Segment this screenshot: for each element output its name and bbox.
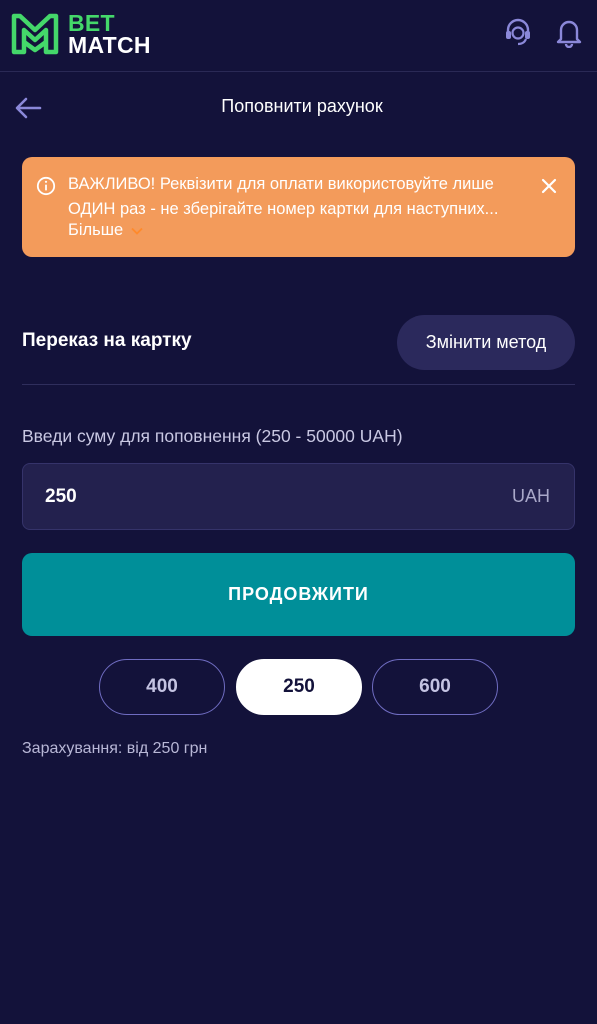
warning-text: ВАЖЛИВО! Реквізити для оплати використов…: [68, 175, 499, 218]
warning-close-button[interactable]: [538, 175, 560, 197]
warning-more-link[interactable]: Більше: [68, 221, 143, 240]
continue-button[interactable]: ПРОДОВЖИТИ: [22, 553, 575, 636]
bell-icon[interactable]: [552, 15, 586, 49]
brand-wordmark: BET MATCH: [68, 10, 151, 58]
chevron-down-icon: [131, 227, 143, 235]
brand-line2: MATCH: [68, 32, 151, 58]
info-circle-icon: [36, 176, 56, 196]
warning-banner: ВАЖЛИВО! Реквізити для оплати використов…: [22, 157, 575, 257]
betmatch-logo-icon: [11, 13, 59, 55]
amount-label: Введи суму для поповнення (250 - 50000 U…: [22, 426, 403, 446]
brand-logo[interactable]: BET MATCH: [10, 10, 151, 58]
divider: [22, 384, 575, 385]
amount-input[interactable]: [45, 464, 465, 529]
close-icon: [541, 178, 557, 194]
amount-field-container: UAH: [22, 463, 575, 530]
payment-method-label: Переказ на картку: [22, 330, 192, 351]
preset-amount-button[interactable]: 600: [372, 659, 498, 715]
currency-label: UAH: [511, 486, 550, 506]
support-headset-icon[interactable]: [501, 15, 535, 49]
change-method-button[interactable]: Змінити метод: [397, 315, 575, 370]
page-title: Поповнити рахунок: [221, 96, 383, 116]
credit-note: Зарахування: від 250 грн: [22, 740, 208, 757]
deposit-page: BET MATCH Поповнити рахунок ВАЖЛИВО! Рек…: [0, 0, 597, 1024]
app-header: BET MATCH: [0, 0, 597, 72]
brand-line1: BET: [68, 10, 115, 36]
preset-amount-button-selected[interactable]: 250: [236, 659, 362, 715]
warning-more-label: Більше: [68, 221, 124, 239]
preset-amount-button[interactable]: 400: [99, 659, 225, 715]
